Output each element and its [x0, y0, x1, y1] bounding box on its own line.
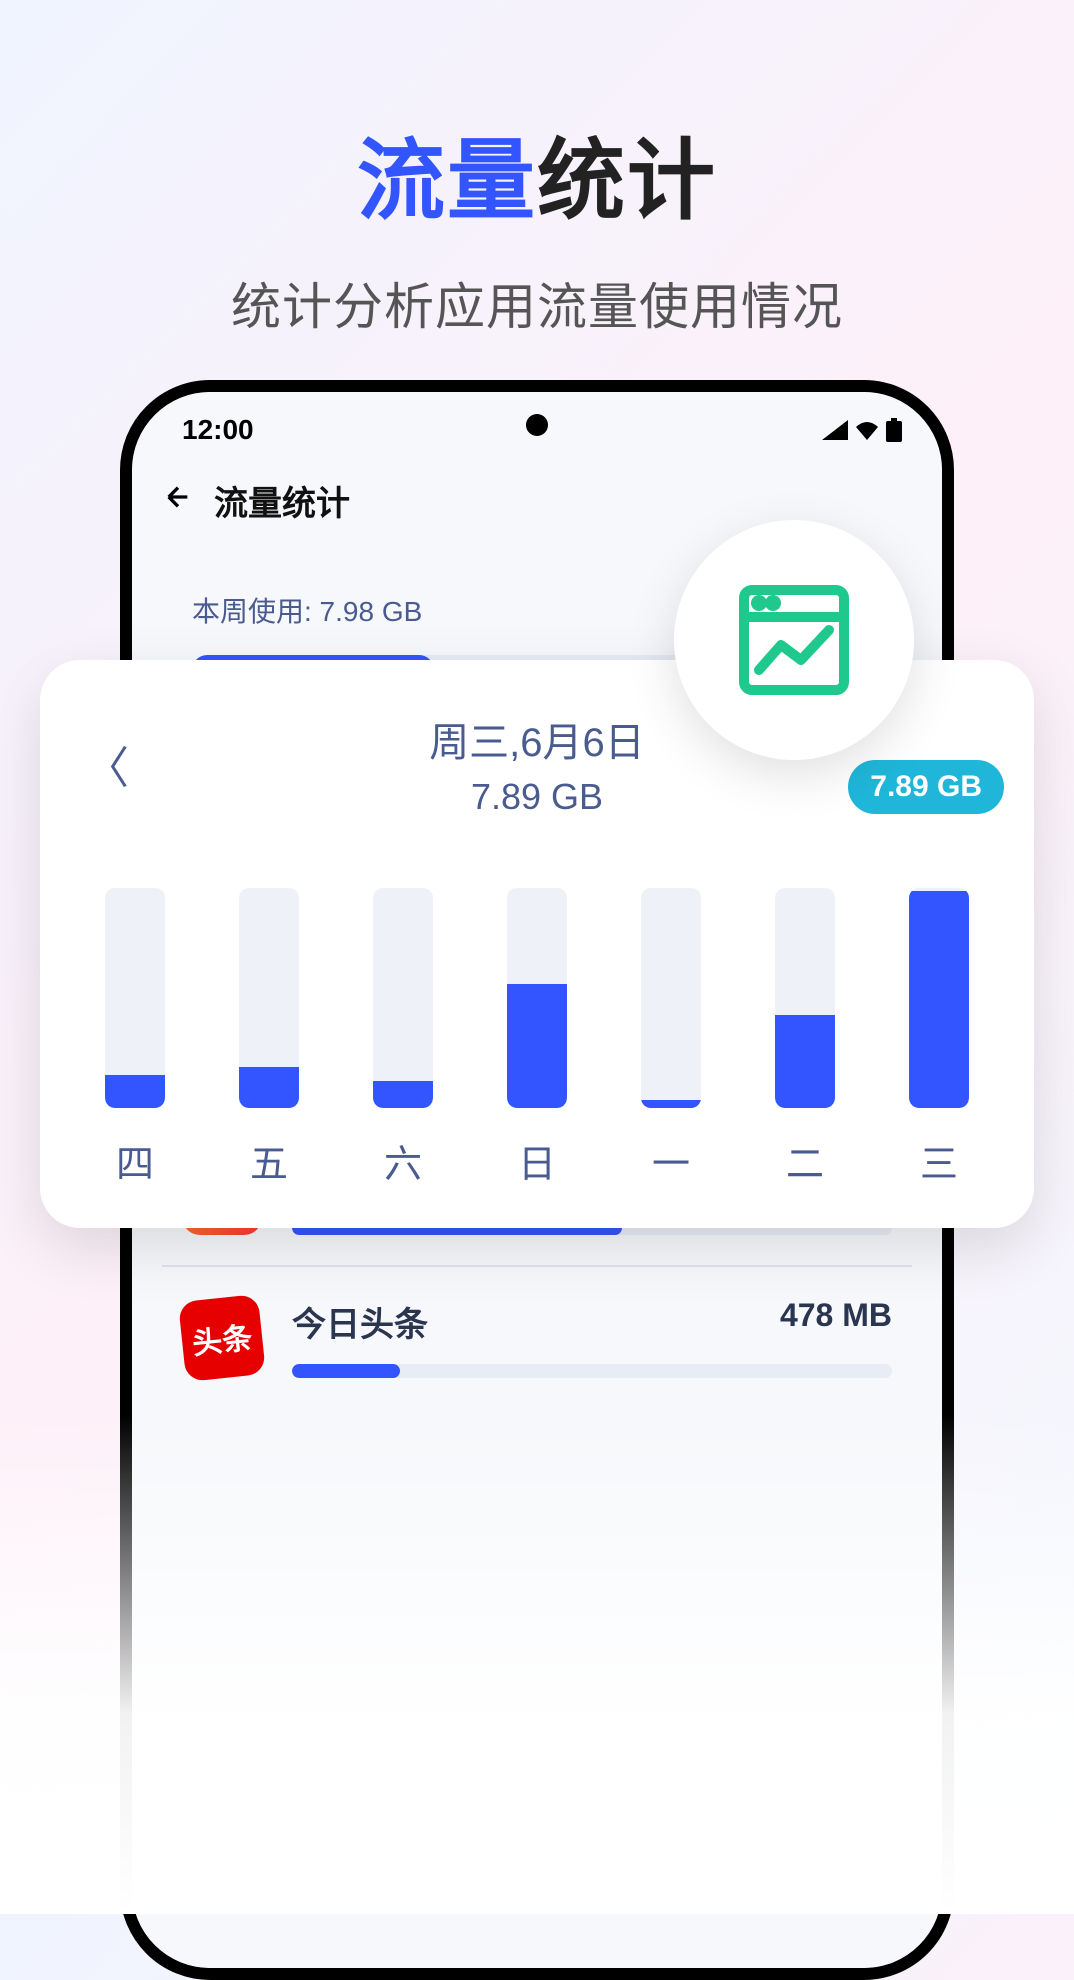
bar-track — [909, 888, 969, 1108]
chart-window-icon — [729, 575, 859, 705]
app-usage-fill — [292, 1364, 400, 1378]
bar-fill — [373, 1081, 433, 1109]
bar-label: 日 — [518, 1133, 556, 1188]
hero-title-normal: 统计 — [537, 131, 717, 230]
bar-track — [373, 888, 433, 1108]
bar-fill — [641, 1100, 701, 1108]
bar-fill — [239, 1067, 299, 1108]
selected-bar-badge: 7.89 GB — [848, 760, 1004, 814]
bar-track — [105, 888, 165, 1108]
bar-label: 一 — [652, 1133, 690, 1188]
app-usage-track — [292, 1364, 892, 1378]
feature-icon-circle — [674, 520, 914, 760]
bar-track — [507, 888, 567, 1108]
bar-column[interactable]: 日 — [497, 888, 577, 1188]
back-button[interactable] — [162, 480, 194, 522]
chart-card: 〈 周三,6月6日 7.89 GB 7.89 GB 四五六日一二三 — [40, 660, 1034, 1228]
bar-column[interactable]: 一 — [631, 888, 711, 1188]
bar-column[interactable]: 六 — [363, 888, 443, 1188]
bar-track — [641, 888, 701, 1108]
chart-prev-button[interactable]: 〈 — [85, 732, 129, 796]
app-name: 今日头条 — [292, 1297, 428, 1346]
battery-icon — [886, 418, 902, 442]
bar-label: 六 — [384, 1133, 422, 1188]
app-icon-toutiao: 头条 — [178, 1294, 266, 1382]
bar-fill — [507, 984, 567, 1108]
bar-track — [239, 888, 299, 1108]
app-size: 478 MB — [780, 1297, 892, 1346]
bar-label: 五 — [250, 1133, 288, 1188]
bar-column[interactable]: 四 — [95, 888, 175, 1188]
app-row[interactable]: 头条 今日头条 478 MB — [162, 1265, 912, 1408]
bar-label: 四 — [116, 1133, 154, 1188]
hero-subtitle: 统计分析应用流量使用情况 — [0, 267, 1074, 339]
hero-title: 流量统计 — [0, 0, 1074, 237]
status-time: 12:00 — [182, 414, 254, 446]
hero-title-accent: 流量 — [357, 131, 537, 230]
bar-label: 三 — [920, 1133, 958, 1188]
camera-notch — [526, 414, 548, 436]
signal-icon — [822, 420, 848, 440]
bar-fill — [909, 891, 969, 1108]
page-title: 流量统计 — [214, 476, 350, 525]
wifi-icon — [854, 420, 880, 440]
bar-column[interactable]: 三 — [899, 888, 979, 1188]
bar-column[interactable]: 二 — [765, 888, 845, 1188]
bar-fill — [775, 1015, 835, 1109]
bar-track — [775, 888, 835, 1108]
bar-label: 二 — [786, 1133, 824, 1188]
bar-column[interactable]: 五 — [229, 888, 309, 1188]
bar-fill — [105, 1075, 165, 1108]
bar-chart: 四五六日一二三 — [85, 878, 989, 1188]
